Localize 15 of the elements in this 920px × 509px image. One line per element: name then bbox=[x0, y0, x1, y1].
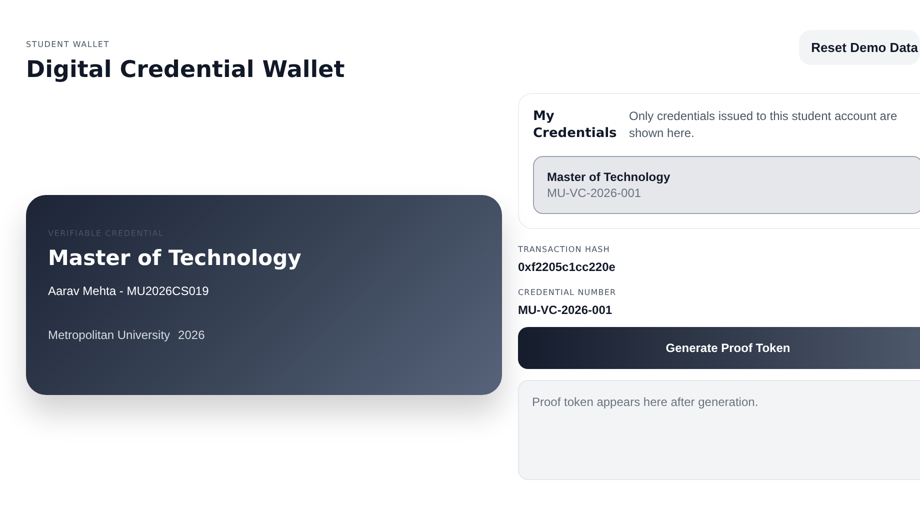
credential-list-item[interactable]: Master of Technology MU-VC-2026-001 bbox=[533, 156, 920, 214]
panel-note: Only credentials issued to this student account are shown here. bbox=[629, 108, 898, 142]
credential-title: Master of Technology bbox=[48, 246, 302, 270]
issuer-text: Metropolitan University bbox=[48, 328, 170, 342]
generate-button[interactable]: Generate Proof Token bbox=[518, 327, 920, 369]
detail-label: CREDENTIAL NUMBER bbox=[518, 288, 618, 297]
detail-value: 0xf2205c1cc220e bbox=[518, 260, 616, 274]
year-text: 2026 bbox=[178, 328, 205, 342]
proof-token-output[interactable]: Proof token appears here after generation. bbox=[518, 380, 920, 480]
page-eyebrow: STUDENT WALLET bbox=[26, 40, 110, 49]
reset-button[interactable]: Reset Demo Data bbox=[799, 30, 920, 65]
holder-text: Aarav Mehta - MU2026CS019 bbox=[48, 284, 210, 298]
page-title: Digital Credential Wallet bbox=[26, 57, 345, 83]
detail-label: TRANSACTION HASH bbox=[518, 245, 611, 254]
detail-value: MU-VC-2026-001 bbox=[518, 303, 614, 317]
